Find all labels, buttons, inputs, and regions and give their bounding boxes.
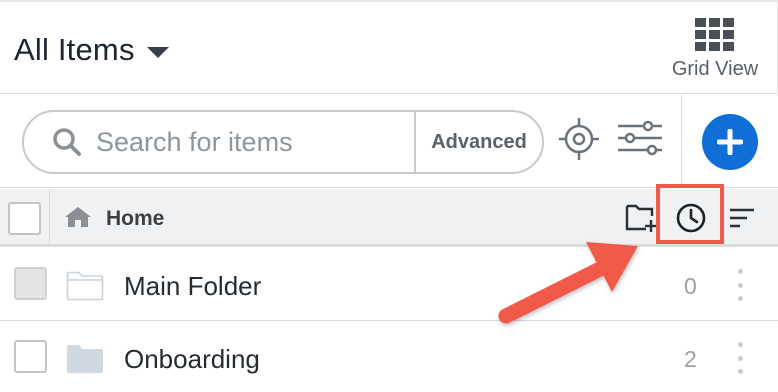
breadcrumb-home[interactable]: Home: [106, 207, 164, 231]
item-name[interactable]: Main Folder: [124, 271, 261, 302]
add-item-button[interactable]: [702, 114, 758, 170]
plus-icon: [717, 129, 743, 155]
page-title: All Items: [14, 32, 135, 67]
grid-view-button[interactable]: Grid View: [655, 12, 775, 88]
list-item[interactable]: Main Folder 0: [0, 249, 778, 321]
row-checkbox[interactable]: [14, 267, 47, 300]
sort-icon[interactable]: [728, 206, 756, 230]
grid-view-icon: [695, 18, 734, 51]
kebab-menu-icon[interactable]: [736, 342, 744, 374]
list-header: Home: [0, 184, 778, 247]
row-checkbox[interactable]: [14, 340, 47, 373]
item-count: 0: [684, 273, 697, 299]
item-name[interactable]: Onboarding: [124, 344, 260, 375]
toolbar: Search for items Advanced: [0, 95, 778, 188]
search-icon: [53, 128, 81, 156]
toolbar-divider: [681, 95, 682, 188]
filter-sliders-icon[interactable]: [618, 120, 662, 156]
grid-view-label: Grid View: [671, 58, 759, 80]
search-box[interactable]: Search for items Advanced: [22, 110, 544, 174]
select-all-checkbox[interactable]: [8, 202, 41, 235]
folder-icon: [66, 271, 104, 301]
top-bar: All Items Grid View: [0, 0, 778, 96]
list-item[interactable]: Onboarding 2: [0, 322, 778, 392]
advanced-search-button[interactable]: Advanced: [416, 112, 542, 172]
new-folder-icon[interactable]: [624, 202, 658, 234]
caret-down-icon: [146, 46, 169, 58]
locate-target-icon[interactable]: [559, 115, 599, 163]
clock-icon[interactable]: [674, 201, 708, 235]
view-title-dropdown[interactable]: All Items: [14, 32, 169, 68]
kebab-menu-icon[interactable]: [736, 269, 744, 301]
select-all-cell: [0, 189, 50, 247]
home-icon[interactable]: [64, 206, 92, 228]
folder-icon: [67, 345, 103, 373]
search-input[interactable]: Search for items: [96, 127, 396, 158]
item-count: 2: [684, 346, 697, 372]
